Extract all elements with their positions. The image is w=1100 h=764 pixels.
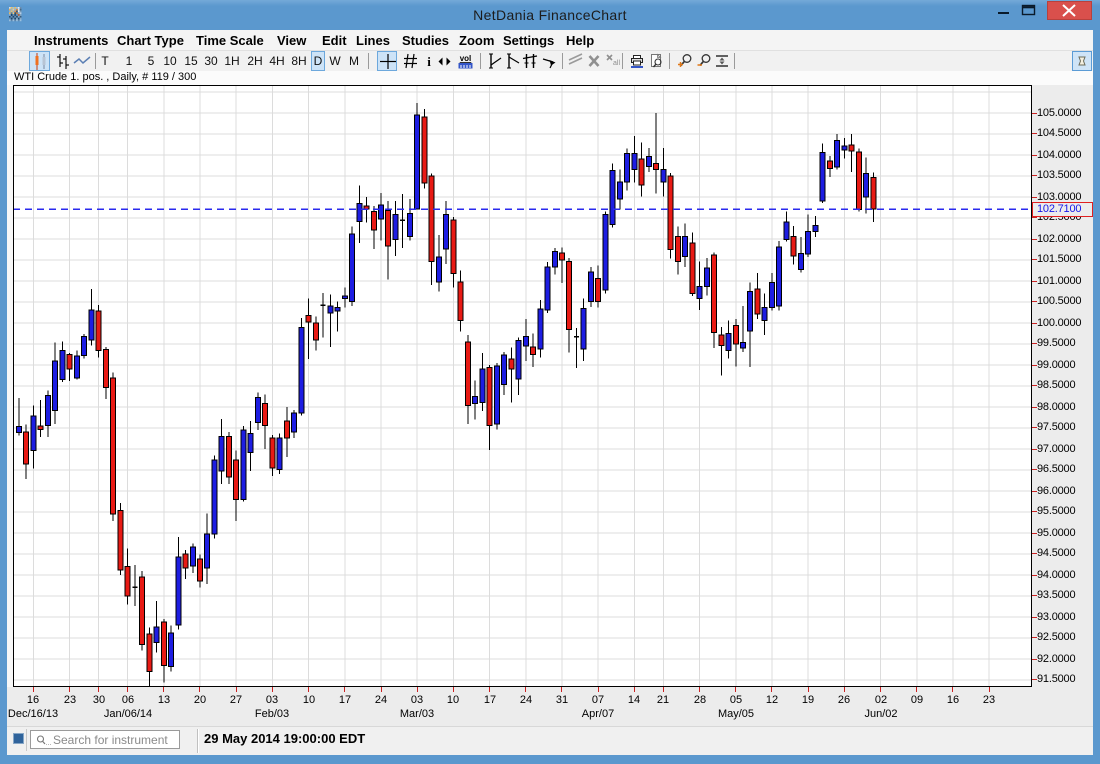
svg-text:vol: vol — [460, 54, 472, 63]
svg-text:all: all — [613, 60, 620, 67]
svg-text:...: ... — [46, 740, 52, 747]
